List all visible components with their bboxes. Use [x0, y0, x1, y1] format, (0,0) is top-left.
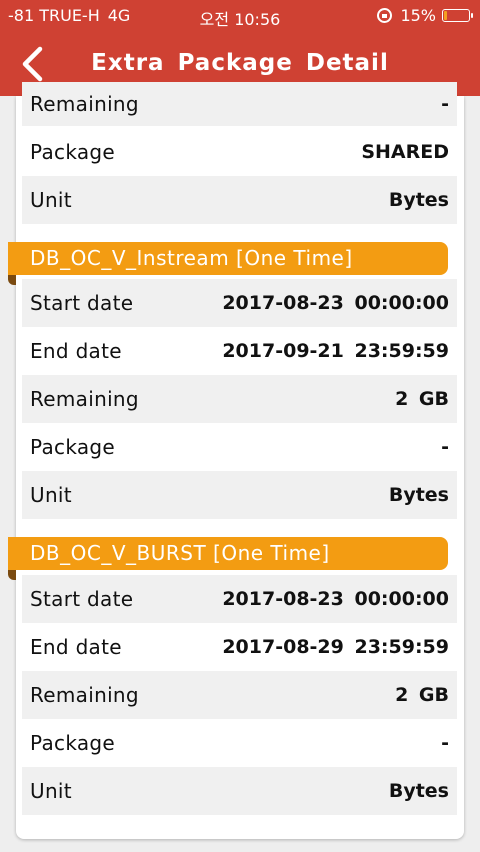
row-label: Start date	[30, 291, 134, 315]
row-label: Unit	[30, 779, 72, 803]
row-label: Unit	[30, 483, 72, 507]
row-value: 2 GB	[395, 388, 449, 410]
row-value: -	[441, 436, 449, 458]
rotation-lock-icon	[377, 8, 393, 23]
row-label: Remaining	[30, 683, 139, 707]
row-value: 2017-08-29 23:59:59	[222, 636, 449, 658]
row-value: 2017-08-23 00:00:00	[222, 588, 449, 610]
row-label: Package	[30, 435, 116, 459]
package-header-tab	[8, 275, 16, 285]
battery-fill	[444, 11, 447, 20]
row-value: Bytes	[388, 780, 449, 802]
package-header-instream: DB_OC_V_Instream [One Time]	[8, 242, 448, 275]
row-label: Start date	[30, 587, 134, 611]
row-value: 2 GB	[395, 684, 449, 706]
package-header-tab	[8, 570, 16, 580]
row-label: Package	[30, 140, 116, 164]
detail-row-unit: Unit Bytes	[22, 471, 457, 519]
detail-row-unit: Unit Bytes	[22, 176, 457, 224]
detail-row-package: Package -	[22, 719, 457, 767]
row-value: Bytes	[388, 189, 449, 211]
detail-row-start-date: Start date 2017-08-23 00:00:00	[22, 279, 457, 327]
status-right: 15%	[377, 6, 473, 25]
row-label: End date	[30, 635, 122, 659]
row-value: Bytes	[388, 484, 449, 506]
detail-row-remaining: Remaining 2 GB	[22, 375, 457, 423]
row-value: -	[441, 93, 449, 115]
row-value: -	[441, 732, 449, 754]
page-title: Extra Package Detail	[91, 50, 389, 76]
detail-row-remaining: Remaining 2 GB	[22, 671, 457, 719]
battery-percent: 15%	[400, 6, 436, 25]
row-label: Unit	[30, 188, 72, 212]
row-value: 2017-09-21 23:59:59	[222, 340, 449, 362]
battery-icon	[442, 9, 473, 22]
row-label: End date	[30, 339, 122, 363]
package-header-burst: DB_OC_V_BURST [One Time]	[8, 537, 448, 570]
battery-tip	[471, 13, 473, 18]
detail-row-end-date: End date 2017-09-21 23:59:59	[22, 327, 457, 375]
detail-row-unit: Unit Bytes	[22, 767, 457, 815]
row-label: Remaining	[30, 387, 139, 411]
row-value: 2017-08-23 00:00:00	[222, 292, 449, 314]
detail-row-start-date: Start date 2017-08-23 00:00:00	[22, 575, 457, 623]
detail-row-end-date: End date 2017-08-29 23:59:59	[22, 623, 457, 671]
row-label: Package	[30, 731, 116, 755]
detail-row-package: Package SHARED	[22, 128, 457, 176]
row-label: Remaining	[30, 92, 139, 116]
status-bar: -81 TRUE-H 4G 오전 10:56 15%	[0, 0, 480, 32]
row-value: SHARED	[361, 141, 449, 163]
detail-row-package: Package -	[22, 423, 457, 471]
detail-row-remaining: Remaining -	[22, 82, 457, 126]
